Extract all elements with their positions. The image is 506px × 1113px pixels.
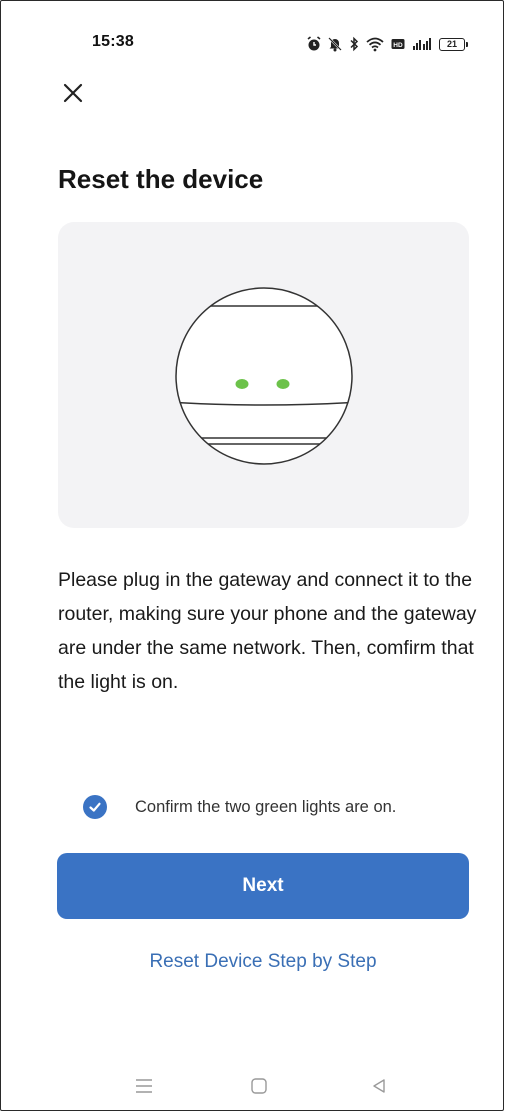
- confirm-label: Confirm the two green lights are on.: [135, 797, 397, 816]
- confirm-checkbox[interactable]: [83, 795, 107, 819]
- bluetooth-icon: [350, 36, 359, 52]
- reset-device-step-by-step-link[interactable]: Reset Device Step by Step: [1, 951, 506, 973]
- svg-text:HD: HD: [393, 42, 403, 49]
- page-title: Reset the device: [58, 164, 264, 194]
- confirm-row[interactable]: Confirm the two green lights are on.: [83, 794, 396, 820]
- menu-icon: [136, 1079, 152, 1093]
- green-light-right: [276, 379, 290, 389]
- back-button[interactable]: [366, 1073, 392, 1099]
- wifi-icon: [366, 37, 384, 52]
- alarm-icon: [307, 36, 321, 51]
- app-screen: 15:38 HD 21 Reset the device Please plug…: [0, 0, 504, 1111]
- illustration-card: [58, 222, 469, 528]
- close-button[interactable]: [59, 79, 87, 107]
- hd-icon: HD: [391, 39, 405, 49]
- status-time: 15:38: [92, 33, 134, 50]
- close-icon: [63, 83, 83, 103]
- signal-icon: [413, 38, 431, 50]
- home-icon: [251, 1078, 267, 1094]
- mute-icon: [328, 37, 342, 52]
- status-bar: 15:38 HD 21: [1, 33, 503, 57]
- battery-icon: 21: [439, 37, 468, 51]
- next-button[interactable]: Next: [57, 853, 469, 919]
- status-icons: HD 21: [307, 35, 468, 53]
- menu-button[interactable]: [131, 1073, 157, 1099]
- home-button[interactable]: [246, 1073, 272, 1099]
- green-light-left: [235, 379, 249, 389]
- gateway-device-illustration: [175, 287, 353, 465]
- instructions-text: Please plug in the gateway and connect i…: [58, 569, 477, 693]
- back-icon: [373, 1079, 385, 1093]
- check-icon: [89, 802, 101, 812]
- system-nav-bar: [1, 1073, 503, 1099]
